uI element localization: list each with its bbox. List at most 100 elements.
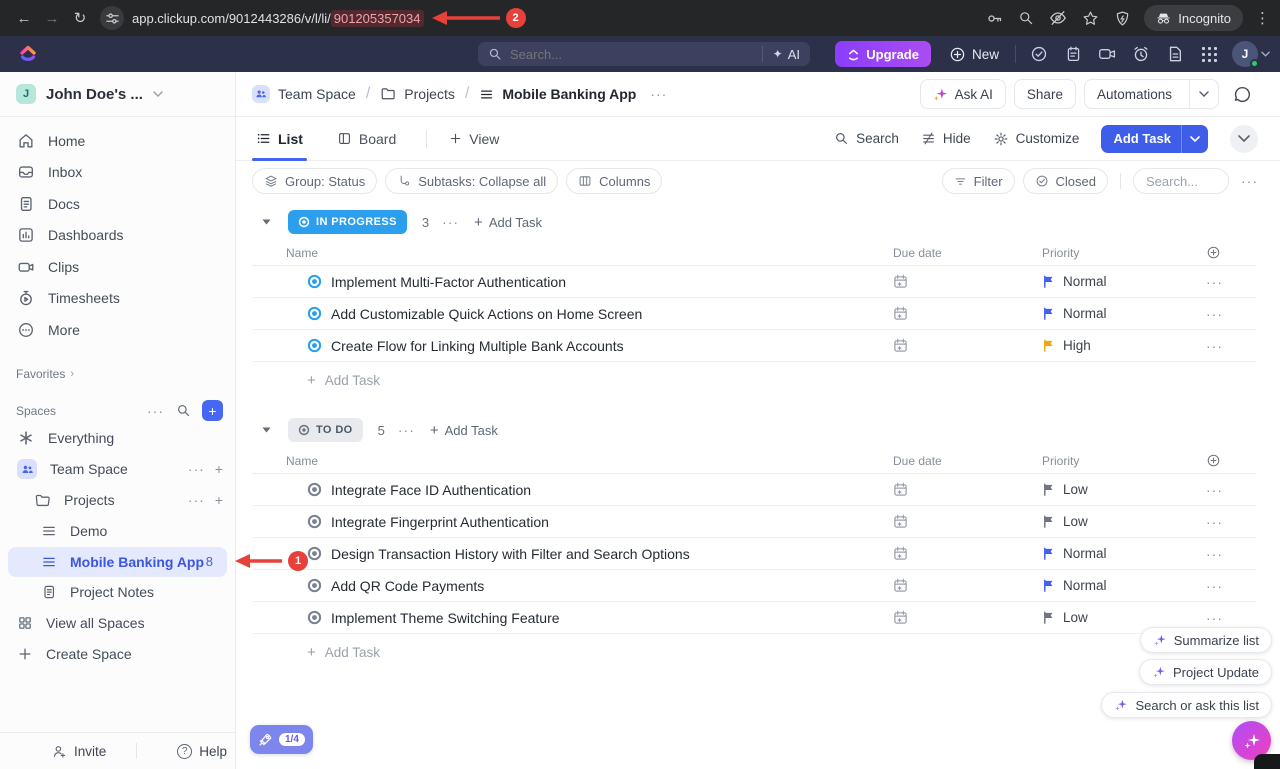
notepad-icon[interactable] <box>1056 45 1090 63</box>
spaces-search-icon[interactable] <box>176 403 191 418</box>
task-row[interactable]: Implement Multi-Factor Authentication No… <box>252 266 1256 298</box>
set-due-date-icon[interactable] <box>893 306 1042 321</box>
global-search[interactable]: ✦ AI <box>478 42 810 66</box>
sidebar-item-mobile-banking-app[interactable]: Mobile Banking App 8 <box>8 547 227 577</box>
status-in-progress-icon[interactable] <box>307 274 322 289</box>
list-search[interactable] <box>1133 168 1229 194</box>
sidebar-item-create-space[interactable]: Create Space <box>0 639 235 670</box>
set-due-date-icon[interactable] <box>893 482 1042 497</box>
status-in-progress-icon[interactable] <box>307 338 322 353</box>
zoom-icon[interactable] <box>1016 8 1036 28</box>
eye-hidden-icon[interactable] <box>1048 8 1068 28</box>
user-avatar[interactable]: J <box>1232 41 1270 67</box>
status-todo-icon[interactable] <box>307 546 322 561</box>
task-name[interactable]: Implement Multi-Factor Authentication <box>331 274 566 290</box>
priority-cell[interactable]: Normal <box>1042 306 1206 321</box>
breadcrumb-more-icon[interactable]: ··· <box>650 86 667 102</box>
status-in-progress-icon[interactable] <box>307 306 322 321</box>
topbar-ai-button[interactable]: ✦ AI <box>762 46 800 62</box>
favorites-section[interactable]: Favorites › <box>0 367 235 381</box>
apps-grid-icon[interactable] <box>1192 47 1226 62</box>
search-or-ask-button[interactable]: Search or ask this list <box>1101 692 1272 718</box>
sidebar-item-projects-folder[interactable]: Projects ···+ <box>0 485 235 516</box>
add-view-button[interactable]: View <box>449 131 499 147</box>
browser-forward-icon[interactable]: → <box>38 10 66 27</box>
breadcrumb-list[interactable]: Mobile Banking App <box>479 86 636 102</box>
projects-more-icon[interactable]: ··· <box>188 492 205 508</box>
sidebar-item-inbox[interactable]: Inbox <box>0 157 235 189</box>
collapse-header-button[interactable] <box>1230 125 1258 153</box>
add-column-icon[interactable] <box>1206 453 1256 468</box>
extension-icon[interactable] <box>1112 8 1132 28</box>
status-todo-icon[interactable] <box>307 578 322 593</box>
sidebar-item-team-space[interactable]: Team Space ···+ <box>0 454 235 485</box>
status-badge[interactable]: TO DO <box>288 418 363 442</box>
task-more-icon[interactable]: ··· <box>1206 610 1256 626</box>
summarize-list-button[interactable]: Summarize list <box>1140 627 1272 653</box>
sidebar-item-project-notes[interactable]: Project Notes <box>0 577 235 608</box>
status-todo-icon[interactable] <box>307 514 322 529</box>
group-more-icon[interactable]: ··· <box>398 422 415 438</box>
browser-back-icon[interactable]: ← <box>10 10 38 27</box>
group-by-pill[interactable]: Group: Status <box>252 168 377 194</box>
browser-menu-icon[interactable]: ⋮ <box>1255 9 1270 27</box>
projects-add-icon[interactable]: + <box>215 492 223 508</box>
customize-button[interactable]: Customize <box>993 131 1080 147</box>
task-more-icon[interactable]: ··· <box>1206 578 1256 594</box>
task-row[interactable]: Create Flow for Linking Multiple Bank Ac… <box>252 330 1256 362</box>
set-due-date-icon[interactable] <box>893 578 1042 593</box>
set-due-date-icon[interactable] <box>893 610 1042 625</box>
filter-pill[interactable]: Filter <box>942 168 1015 194</box>
onboarding-progress-button[interactable]: 1/4 <box>250 725 313 754</box>
task-row[interactable]: Integrate Fingerprint Authentication Low… <box>252 506 1256 538</box>
clickup-logo-icon[interactable] <box>18 44 38 64</box>
sidebar-item-clips[interactable]: Clips <box>0 251 235 283</box>
task-name[interactable]: Integrate Fingerprint Authentication <box>331 514 549 530</box>
set-due-date-icon[interactable] <box>893 338 1042 353</box>
collapse-group-icon[interactable] <box>262 427 271 433</box>
priority-cell[interactable]: Normal <box>1042 274 1206 289</box>
add-task-dropdown[interactable] <box>1181 125 1208 153</box>
task-row[interactable]: Integrate Face ID Authentication Low ··· <box>252 474 1256 506</box>
clip-record-icon[interactable] <box>1090 46 1124 62</box>
tab-board[interactable]: Board <box>333 117 400 160</box>
task-more-icon[interactable]: ··· <box>1206 514 1256 530</box>
ask-ai-button[interactable]: Ask AI <box>920 79 1006 109</box>
task-name[interactable]: Add Customizable Quick Actions on Home S… <box>331 306 642 322</box>
tab-list[interactable]: List <box>252 117 307 160</box>
columns-pill[interactable]: Columns <box>566 168 662 194</box>
sidebar-item-view-all-spaces[interactable]: View all Spaces <box>0 608 235 639</box>
task-name[interactable]: Integrate Face ID Authentication <box>331 482 531 498</box>
task-name[interactable]: Add QR Code Payments <box>331 578 484 594</box>
browser-reload-icon[interactable]: ↻ <box>66 9 94 27</box>
task-row[interactable]: Implement Theme Switching Feature Low ··… <box>252 602 1256 634</box>
task-more-icon[interactable]: ··· <box>1206 306 1256 322</box>
docs-file-icon[interactable] <box>1158 45 1192 63</box>
automations-button[interactable]: Automations <box>1084 79 1219 109</box>
closed-pill[interactable]: Closed <box>1023 168 1108 194</box>
spaces-more-icon[interactable]: ··· <box>147 403 164 419</box>
breadcrumb-folder[interactable]: Projects <box>380 86 455 102</box>
hide-button[interactable]: Hide <box>921 131 971 146</box>
status-todo-icon[interactable] <box>307 482 322 497</box>
url-bar[interactable]: app.clickup.com/9012443286/v/l/li/ 90120… <box>132 8 972 28</box>
site-settings-icon[interactable] <box>100 6 124 30</box>
add-task-row[interactable]: + Add Task <box>252 362 1256 398</box>
sidebar-item-more[interactable]: More <box>0 314 235 346</box>
breadcrumb-space[interactable]: Team Space <box>252 85 356 103</box>
collapse-group-icon[interactable] <box>262 219 271 225</box>
automations-dropdown[interactable] <box>1189 80 1218 108</box>
view-search-button[interactable]: Search <box>834 131 899 146</box>
set-due-date-icon[interactable] <box>893 514 1042 529</box>
sidebar-item-dashboards[interactable]: Dashboards <box>0 220 235 252</box>
status-badge[interactable]: IN PROGRESS <box>288 210 407 234</box>
task-row[interactable]: Add QR Code Payments Normal ··· <box>252 570 1256 602</box>
priority-cell[interactable]: Low <box>1042 610 1206 625</box>
task-name[interactable]: Design Transaction History with Filter a… <box>331 546 690 562</box>
priority-cell[interactable]: Normal <box>1042 546 1206 561</box>
set-due-date-icon[interactable] <box>893 274 1042 289</box>
task-more-icon[interactable]: ··· <box>1206 338 1256 354</box>
task-row[interactable]: Add Customizable Quick Actions on Home S… <box>252 298 1256 330</box>
set-due-date-icon[interactable] <box>893 546 1042 561</box>
filter-more-icon[interactable]: ··· <box>1241 173 1258 189</box>
